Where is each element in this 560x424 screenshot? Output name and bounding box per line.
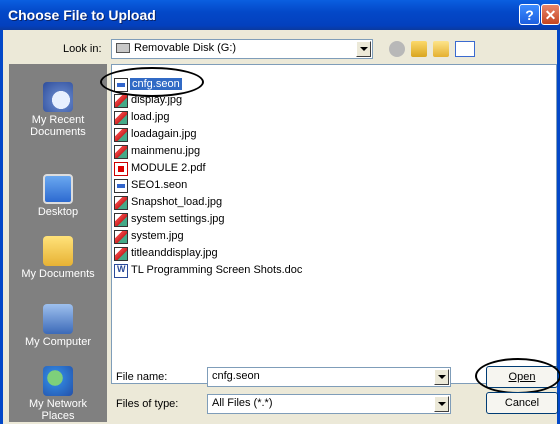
places-bar: My Recent Documents Desktop My Documents… bbox=[9, 64, 107, 422]
up-folder-icon[interactable] bbox=[411, 41, 427, 57]
image-file-icon bbox=[114, 111, 128, 125]
place-my-recent-documents[interactable]: My Recent Documents bbox=[9, 82, 107, 138]
files-of-type-dropdown[interactable]: All Files (*.*) bbox=[207, 394, 451, 414]
file-name: system settings.jpg bbox=[131, 213, 225, 225]
chevron-down-icon[interactable] bbox=[356, 41, 371, 57]
place-my-network-places[interactable]: My Network Places bbox=[9, 366, 107, 422]
files-of-type-value: All Files (*.*) bbox=[212, 397, 273, 409]
file-name: load.jpg bbox=[131, 111, 170, 123]
my-documents-icon bbox=[43, 236, 73, 266]
desktop-icon bbox=[43, 174, 73, 204]
file-name: loadagain.jpg bbox=[131, 128, 197, 140]
file-list[interactable]: cnfg.seon display.jpg load.jpg loadagain… bbox=[111, 64, 557, 384]
back-icon[interactable] bbox=[389, 41, 405, 57]
place-my-computer[interactable]: My Computer bbox=[9, 304, 107, 348]
chevron-down-icon[interactable] bbox=[434, 369, 449, 385]
place-label: Desktop bbox=[37, 206, 79, 218]
look-in-value: Removable Disk (G:) bbox=[134, 42, 237, 54]
place-label: My Documents bbox=[21, 268, 95, 280]
recent-documents-icon bbox=[43, 82, 73, 112]
image-file-icon bbox=[114, 145, 128, 159]
removable-disk-icon bbox=[116, 43, 130, 53]
place-my-documents[interactable]: My Documents bbox=[9, 236, 107, 280]
image-file-icon bbox=[114, 213, 128, 227]
file-name-label: File name: bbox=[116, 371, 168, 383]
close-button[interactable]: ✕ bbox=[541, 4, 560, 25]
place-label: My Computer bbox=[24, 336, 92, 348]
place-label: My Recent Documents bbox=[30, 114, 86, 138]
seon-file-icon bbox=[114, 179, 128, 193]
views-menu-icon[interactable] bbox=[455, 41, 475, 57]
highlight-ellipse bbox=[100, 67, 204, 97]
file-name-field[interactable]: cnfg.seon bbox=[207, 367, 451, 387]
network-places-icon bbox=[43, 366, 73, 396]
image-file-icon bbox=[114, 128, 128, 142]
help-button[interactable]: ? bbox=[519, 4, 540, 25]
look-in-label: Look in: bbox=[63, 43, 102, 55]
chevron-down-icon[interactable] bbox=[434, 396, 449, 412]
new-folder-icon[interactable] bbox=[433, 41, 449, 57]
file-name: mainmenu.jpg bbox=[131, 145, 201, 157]
pdf-file-icon bbox=[114, 162, 128, 176]
files-of-type-label: Files of type: bbox=[116, 398, 179, 410]
dialog-body: Look in: Removable Disk (G:) My Recent D… bbox=[0, 30, 560, 424]
cancel-button[interactable]: Cancel bbox=[486, 392, 558, 414]
place-desktop[interactable]: Desktop bbox=[9, 174, 107, 218]
file-name: SEO1.seon bbox=[131, 179, 188, 191]
look-in-dropdown[interactable]: Removable Disk (G:) bbox=[111, 39, 373, 59]
file-name: MODULE 2.pdf bbox=[131, 162, 206, 174]
my-computer-icon bbox=[43, 304, 73, 334]
file-name: titleanddisplay.jpg bbox=[131, 247, 218, 259]
image-file-icon bbox=[114, 94, 128, 108]
image-file-icon bbox=[114, 230, 128, 244]
file-name: system.jpg bbox=[131, 230, 184, 242]
title-bar[interactable]: Choose File to Upload ? ✕ bbox=[0, 0, 560, 30]
image-file-icon bbox=[114, 196, 128, 210]
place-label: My Network Places bbox=[28, 398, 88, 422]
image-file-icon bbox=[114, 247, 128, 261]
file-name: TL Programming Screen Shots.doc bbox=[131, 264, 303, 276]
file-name: Snapshot_load.jpg bbox=[131, 196, 223, 208]
window-title: Choose File to Upload bbox=[8, 7, 156, 23]
file-name-value: cnfg.seon bbox=[212, 370, 260, 382]
word-file-icon bbox=[114, 264, 128, 278]
highlight-ellipse bbox=[475, 358, 560, 394]
